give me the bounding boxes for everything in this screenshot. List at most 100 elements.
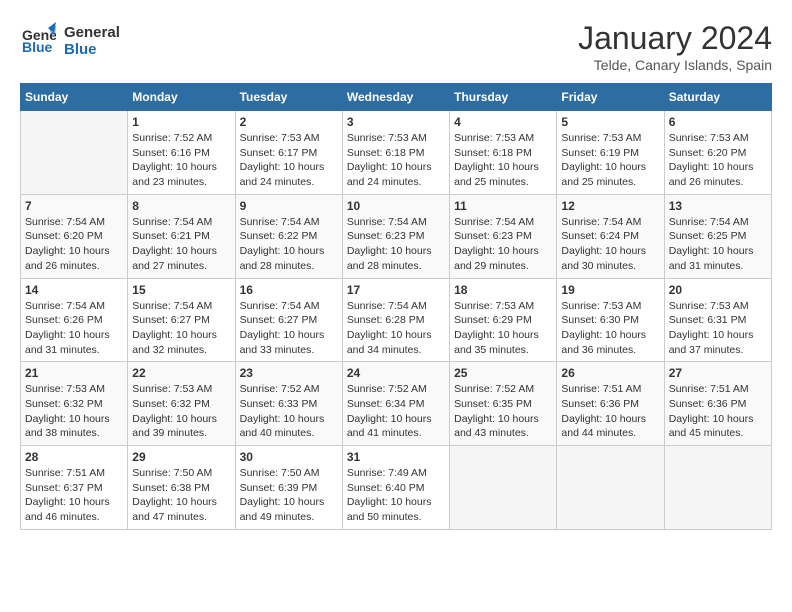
- location-subtitle: Telde, Canary Islands, Spain: [578, 57, 772, 73]
- day-info: Sunrise: 7:53 AM Sunset: 6:18 PM Dayligh…: [454, 131, 552, 190]
- calendar-cell: 30 Sunrise: 7:50 AM Sunset: 6:39 PM Dayli…: [235, 446, 342, 530]
- day-number: 18: [454, 283, 552, 297]
- day-info: Sunrise: 7:54 AM Sunset: 6:28 PM Dayligh…: [347, 299, 445, 358]
- calendar-cell: 9 Sunrise: 7:54 AM Sunset: 6:22 PM Daylig…: [235, 194, 342, 278]
- calendar-cell: 4 Sunrise: 7:53 AM Sunset: 6:18 PM Daylig…: [450, 111, 557, 195]
- week-row-4: 21 Sunrise: 7:53 AM Sunset: 6:32 PM Dayli…: [21, 362, 772, 446]
- day-info: Sunrise: 7:54 AM Sunset: 6:23 PM Dayligh…: [347, 215, 445, 274]
- day-number: 3: [347, 115, 445, 129]
- day-number: 4: [454, 115, 552, 129]
- calendar-cell: 14 Sunrise: 7:54 AM Sunset: 6:26 PM Dayli…: [21, 278, 128, 362]
- day-number: 31: [347, 450, 445, 464]
- day-info: Sunrise: 7:49 AM Sunset: 6:40 PM Dayligh…: [347, 466, 445, 525]
- calendar-cell: 3 Sunrise: 7:53 AM Sunset: 6:18 PM Daylig…: [342, 111, 449, 195]
- header-sunday: Sunday: [21, 84, 128, 111]
- calendar-cell: 23 Sunrise: 7:52 AM Sunset: 6:33 PM Dayli…: [235, 362, 342, 446]
- day-info: Sunrise: 7:53 AM Sunset: 6:31 PM Dayligh…: [669, 299, 767, 358]
- svg-text:Blue: Blue: [22, 39, 53, 55]
- calendar-cell: [557, 446, 664, 530]
- day-info: Sunrise: 7:54 AM Sunset: 6:25 PM Dayligh…: [669, 215, 767, 274]
- calendar-cell: [21, 111, 128, 195]
- day-info: Sunrise: 7:52 AM Sunset: 6:33 PM Dayligh…: [240, 382, 338, 441]
- day-info: Sunrise: 7:51 AM Sunset: 6:36 PM Dayligh…: [669, 382, 767, 441]
- day-number: 20: [669, 283, 767, 297]
- day-info: Sunrise: 7:53 AM Sunset: 6:20 PM Dayligh…: [669, 131, 767, 190]
- header-monday: Monday: [128, 84, 235, 111]
- logo-line1: General: [64, 24, 120, 41]
- calendar-cell: 5Sunrise: 7:53 AM Sunset: 6:19 PM Daylig…: [557, 111, 664, 195]
- week-row-2: 7Sunrise: 7:54 AM Sunset: 6:20 PM Daylig…: [21, 194, 772, 278]
- calendar-cell: 13 Sunrise: 7:54 AM Sunset: 6:25 PM Dayli…: [664, 194, 771, 278]
- calendar-header-row: SundayMondayTuesdayWednesdayThursdayFrid…: [21, 84, 772, 111]
- day-number: 10: [347, 199, 445, 213]
- calendar-cell: 11 Sunrise: 7:54 AM Sunset: 6:23 PM Dayli…: [450, 194, 557, 278]
- day-info: Sunrise: 7:52 AM Sunset: 6:16 PM Dayligh…: [132, 131, 230, 190]
- calendar-cell: 21 Sunrise: 7:53 AM Sunset: 6:32 PM Dayli…: [21, 362, 128, 446]
- calendar-cell: 31 Sunrise: 7:49 AM Sunset: 6:40 PM Dayli…: [342, 446, 449, 530]
- calendar-cell: 15 Sunrise: 7:54 AM Sunset: 6:27 PM Dayli…: [128, 278, 235, 362]
- calendar-cell: 8Sunrise: 7:54 AM Sunset: 6:21 PM Daylig…: [128, 194, 235, 278]
- day-number: 25: [454, 366, 552, 380]
- day-number: 30: [240, 450, 338, 464]
- header-saturday: Saturday: [664, 84, 771, 111]
- day-number: 9: [240, 199, 338, 213]
- day-info: Sunrise: 7:54 AM Sunset: 6:27 PM Dayligh…: [132, 299, 230, 358]
- calendar-cell: 12 Sunrise: 7:54 AM Sunset: 6:24 PM Dayli…: [557, 194, 664, 278]
- day-info: Sunrise: 7:53 AM Sunset: 6:32 PM Dayligh…: [25, 382, 123, 441]
- day-number: 13: [669, 199, 767, 213]
- calendar-table: SundayMondayTuesdayWednesdayThursdayFrid…: [20, 83, 772, 530]
- header-thursday: Thursday: [450, 84, 557, 111]
- day-number: 26: [561, 366, 659, 380]
- day-number: 2: [240, 115, 338, 129]
- day-info: Sunrise: 7:50 AM Sunset: 6:38 PM Dayligh…: [132, 466, 230, 525]
- day-number: 15: [132, 283, 230, 297]
- logo-line2: Blue: [64, 41, 120, 58]
- day-info: Sunrise: 7:54 AM Sunset: 6:24 PM Dayligh…: [561, 215, 659, 274]
- day-info: Sunrise: 7:54 AM Sunset: 6:20 PM Dayligh…: [25, 215, 123, 274]
- day-info: Sunrise: 7:53 AM Sunset: 6:32 PM Dayligh…: [132, 382, 230, 441]
- logo: General Blue General Blue: [20, 20, 120, 61]
- day-info: Sunrise: 7:54 AM Sunset: 6:21 PM Dayligh…: [132, 215, 230, 274]
- week-row-3: 14 Sunrise: 7:54 AM Sunset: 6:26 PM Dayli…: [21, 278, 772, 362]
- calendar-cell: 1 Sunrise: 7:52 AM Sunset: 6:16 PM Daylig…: [128, 111, 235, 195]
- calendar-cell: 26Sunrise: 7:51 AM Sunset: 6:36 PM Dayli…: [557, 362, 664, 446]
- week-row-1: 1 Sunrise: 7:52 AM Sunset: 6:16 PM Daylig…: [21, 111, 772, 195]
- day-info: Sunrise: 7:51 AM Sunset: 6:37 PM Dayligh…: [25, 466, 123, 525]
- calendar-cell: 19 Sunrise: 7:53 AM Sunset: 6:30 PM Dayli…: [557, 278, 664, 362]
- day-info: Sunrise: 7:52 AM Sunset: 6:35 PM Dayligh…: [454, 382, 552, 441]
- day-info: Sunrise: 7:53 AM Sunset: 6:17 PM Dayligh…: [240, 131, 338, 190]
- title-block: January 2024 Telde, Canary Islands, Spai…: [578, 20, 772, 73]
- day-number: 27: [669, 366, 767, 380]
- day-info: Sunrise: 7:54 AM Sunset: 6:23 PM Dayligh…: [454, 215, 552, 274]
- day-info: Sunrise: 7:54 AM Sunset: 6:27 PM Dayligh…: [240, 299, 338, 358]
- day-info: Sunrise: 7:54 AM Sunset: 6:26 PM Dayligh…: [25, 299, 123, 358]
- day-number: 23: [240, 366, 338, 380]
- day-number: 24: [347, 366, 445, 380]
- day-number: 12: [561, 199, 659, 213]
- day-info: Sunrise: 7:50 AM Sunset: 6:39 PM Dayligh…: [240, 466, 338, 525]
- calendar-cell: 20 Sunrise: 7:53 AM Sunset: 6:31 PM Dayli…: [664, 278, 771, 362]
- day-info: Sunrise: 7:52 AM Sunset: 6:34 PM Dayligh…: [347, 382, 445, 441]
- day-info: Sunrise: 7:53 AM Sunset: 6:29 PM Dayligh…: [454, 299, 552, 358]
- calendar-cell: 16Sunrise: 7:54 AM Sunset: 6:27 PM Dayli…: [235, 278, 342, 362]
- calendar-cell: 27 Sunrise: 7:51 AM Sunset: 6:36 PM Dayli…: [664, 362, 771, 446]
- day-number: 14: [25, 283, 123, 297]
- day-info: Sunrise: 7:54 AM Sunset: 6:22 PM Dayligh…: [240, 215, 338, 274]
- logo-icon: General Blue: [20, 20, 56, 56]
- calendar-cell: 24 Sunrise: 7:52 AM Sunset: 6:34 PM Dayli…: [342, 362, 449, 446]
- day-info: Sunrise: 7:53 AM Sunset: 6:18 PM Dayligh…: [347, 131, 445, 190]
- day-number: 1: [132, 115, 230, 129]
- week-row-5: 28Sunrise: 7:51 AM Sunset: 6:37 PM Dayli…: [21, 446, 772, 530]
- header-wednesday: Wednesday: [342, 84, 449, 111]
- month-year-title: January 2024: [578, 20, 772, 57]
- day-number: 6: [669, 115, 767, 129]
- day-info: Sunrise: 7:53 AM Sunset: 6:30 PM Dayligh…: [561, 299, 659, 358]
- day-info: Sunrise: 7:53 AM Sunset: 6:19 PM Dayligh…: [561, 131, 659, 190]
- header-friday: Friday: [557, 84, 664, 111]
- calendar-cell: 25 Sunrise: 7:52 AM Sunset: 6:35 PM Dayli…: [450, 362, 557, 446]
- day-number: 11: [454, 199, 552, 213]
- day-number: 19: [561, 283, 659, 297]
- calendar-cell: 6 Sunrise: 7:53 AM Sunset: 6:20 PM Daylig…: [664, 111, 771, 195]
- calendar-cell: [450, 446, 557, 530]
- day-number: 21: [25, 366, 123, 380]
